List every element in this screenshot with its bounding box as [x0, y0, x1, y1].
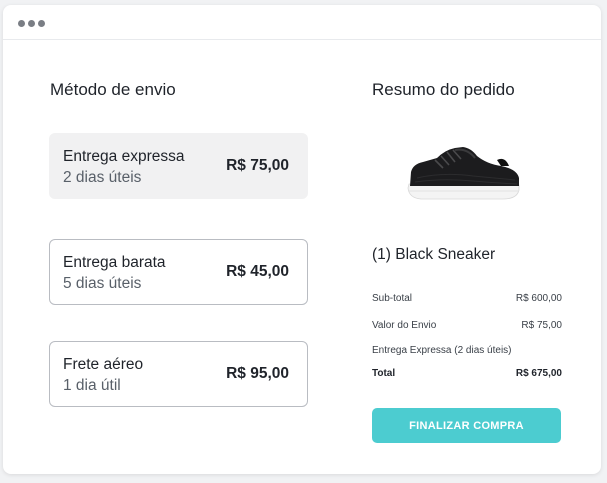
window-menu-dots-icon[interactable]: [18, 20, 45, 27]
shipping-option-name: Entrega expressa: [63, 148, 185, 165]
shipping-option-days: 1 dia útil: [63, 377, 121, 394]
shipping-cost-label: Valor do Envio: [372, 320, 437, 331]
total-value: R$ 675,00: [515, 368, 562, 379]
product-name: (1) Black Sneaker: [372, 246, 496, 263]
shipping-option-cheap[interactable]: Entrega barata 5 dias úteis R$ 45,00: [49, 239, 308, 305]
shipping-option-name: Frete aéreo: [63, 356, 144, 373]
shipping-cost-value: R$ 75,00: [521, 320, 562, 331]
shipping-option-express[interactable]: Entrega expressa 2 dias úteis R$ 75,00: [49, 133, 308, 199]
window-titlebar: [3, 5, 601, 40]
order-summary-title: Resumo do pedido: [372, 80, 515, 99]
shipping-method-note: Entrega Expressa (2 dias úteis): [372, 345, 512, 356]
checkout-button[interactable]: FINALIZAR COMPRA: [372, 408, 561, 443]
shipping-option-days: 5 dias úteis: [63, 275, 142, 292]
shipping-option-air[interactable]: Frete aéreo 1 dia útil R$ 95,00: [49, 341, 308, 407]
black-sneaker-image: [407, 147, 520, 200]
dot-icon: [28, 20, 35, 27]
subtotal-value: R$ 600,00: [515, 293, 562, 304]
total-label: Total: [372, 368, 396, 379]
shipping-option-days: 2 dias úteis: [63, 169, 142, 186]
shipping-option-name: Entrega barata: [63, 254, 166, 271]
dot-icon: [18, 20, 25, 27]
shipping-option-price: R$ 95,00: [226, 365, 289, 382]
checkout-window: Método de envio Entrega expressa 2 dias …: [3, 5, 601, 474]
subtotal-label: Sub-total: [372, 293, 413, 304]
dot-icon: [38, 20, 45, 27]
shipping-option-price: R$ 45,00: [226, 263, 289, 280]
shipping-option-price: R$ 75,00: [226, 157, 289, 174]
shipping-method-title: Método de envio: [50, 80, 176, 99]
